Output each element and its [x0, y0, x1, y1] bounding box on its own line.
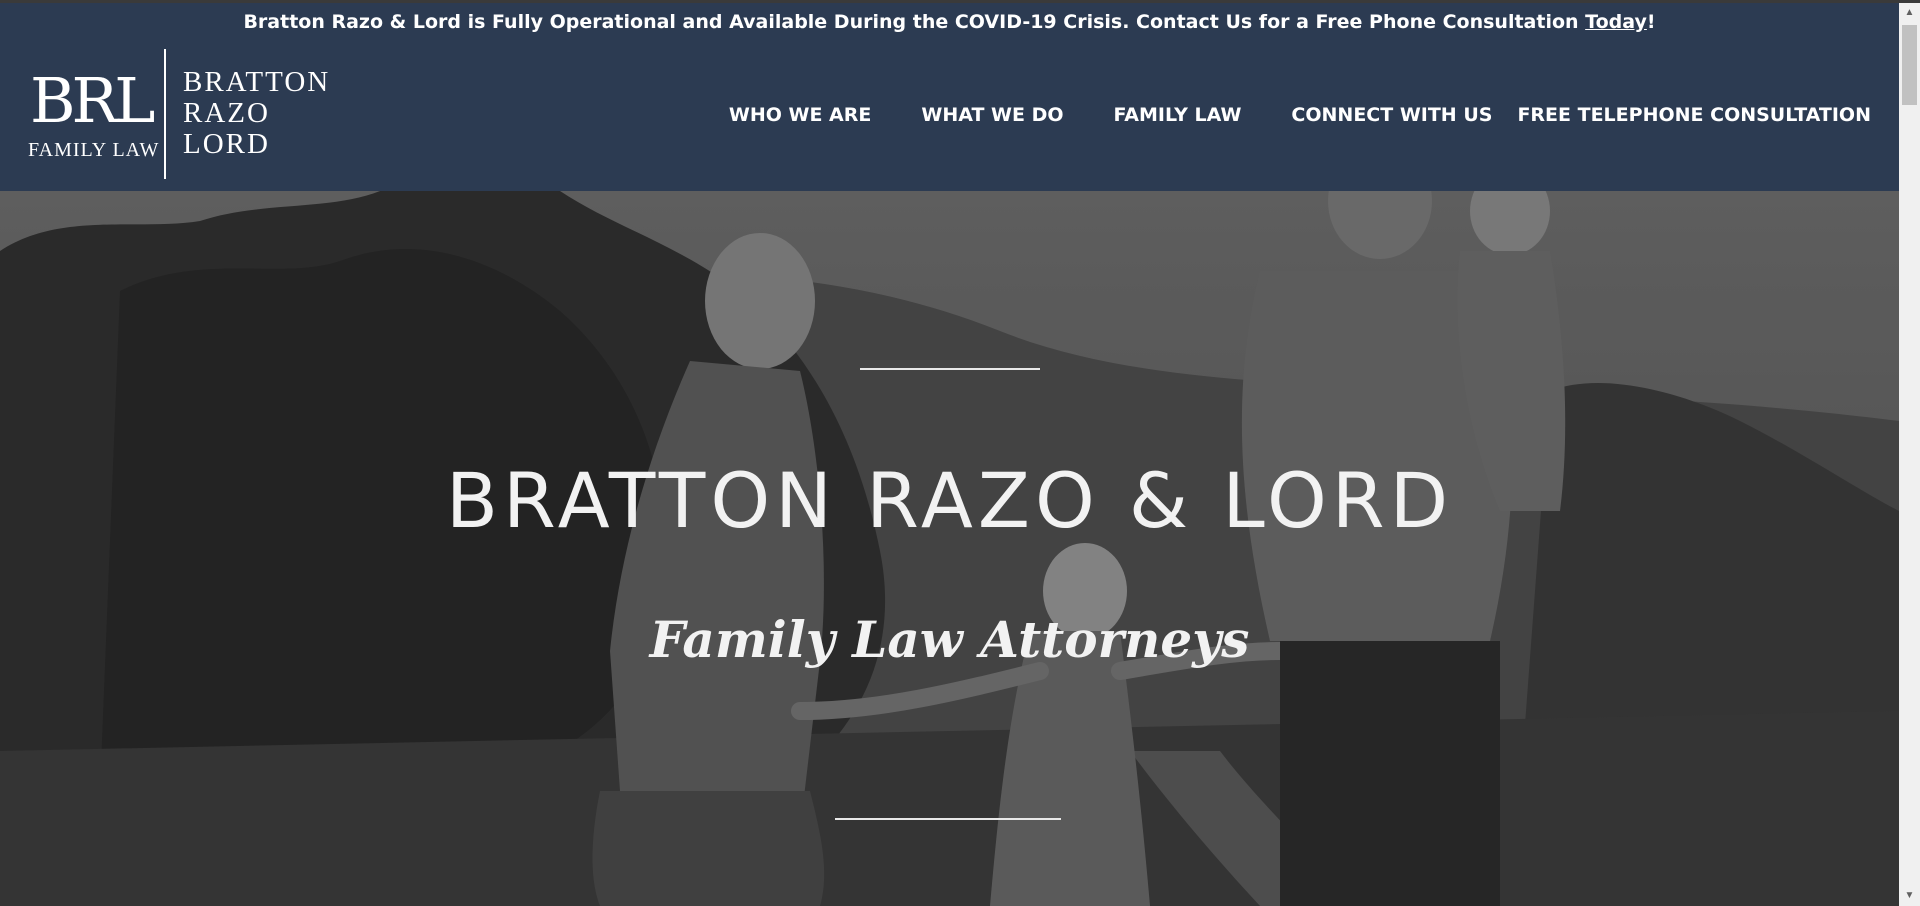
logo-word-razo: RAZO	[183, 97, 270, 129]
notice-today-link[interactable]: Today	[1585, 11, 1647, 33]
logo-family-law: FAMILY LAW	[28, 139, 160, 161]
covid-notice-bar: Bratton Razo & Lord is Fully Operational…	[0, 3, 1899, 41]
notice-tail: !	[1646, 11, 1656, 33]
site-logo[interactable]: BRL FAMILY LAW BRATTON RAZO LORD	[28, 49, 328, 181]
arrow-up-icon[interactable]: ▲	[1899, 3, 1920, 23]
nav-what-we-do[interactable]: WHAT WE DO	[921, 103, 1063, 127]
nav-connect-with-us[interactable]: CONNECT WITH US	[1291, 103, 1492, 127]
logo-word-bratton: BRATTON	[183, 66, 331, 98]
hero-subtitle: Family Law Attorneys	[649, 610, 1250, 669]
nav-family-law[interactable]: FAMILY LAW	[1114, 103, 1242, 127]
logo-divider	[164, 49, 166, 179]
hero-top-rule	[860, 368, 1040, 370]
nav-who-we-are[interactable]: WHO WE ARE	[729, 103, 872, 127]
site-header: BRL FAMILY LAW BRATTON RAZO LORD WHO WE …	[0, 41, 1899, 191]
scrollbar-thumb[interactable]	[1902, 25, 1917, 105]
main-nav: WHO WE ARE WHAT WE DO FAMILY LAW CONNECT…	[729, 103, 1871, 127]
logo-word-lord: LORD	[183, 128, 270, 160]
arrow-down-icon[interactable]: ▼	[1899, 886, 1920, 906]
logo-monogram: BRL	[30, 64, 155, 137]
logo-wordmark: BRATTON RAZO LORD	[183, 67, 330, 160]
page-scrollbar[interactable]: ▲ ▼	[1899, 3, 1920, 906]
nav-free-telephone-consultation[interactable]: FREE TELEPHONE CONSULTATION	[1517, 103, 1871, 127]
page-viewport: Bratton Razo & Lord is Fully Operational…	[0, 0, 1899, 906]
notice-text: Bratton Razo & Lord is Fully Operational…	[243, 11, 1586, 33]
hero-title: BRATTON RAZO & LORD	[445, 456, 1454, 545]
hero-section: BRATTON RAZO & LORD Family Law Attorneys	[0, 191, 1899, 906]
hero-bottom-rule	[835, 818, 1061, 820]
hero-dark-overlay	[0, 191, 1899, 906]
